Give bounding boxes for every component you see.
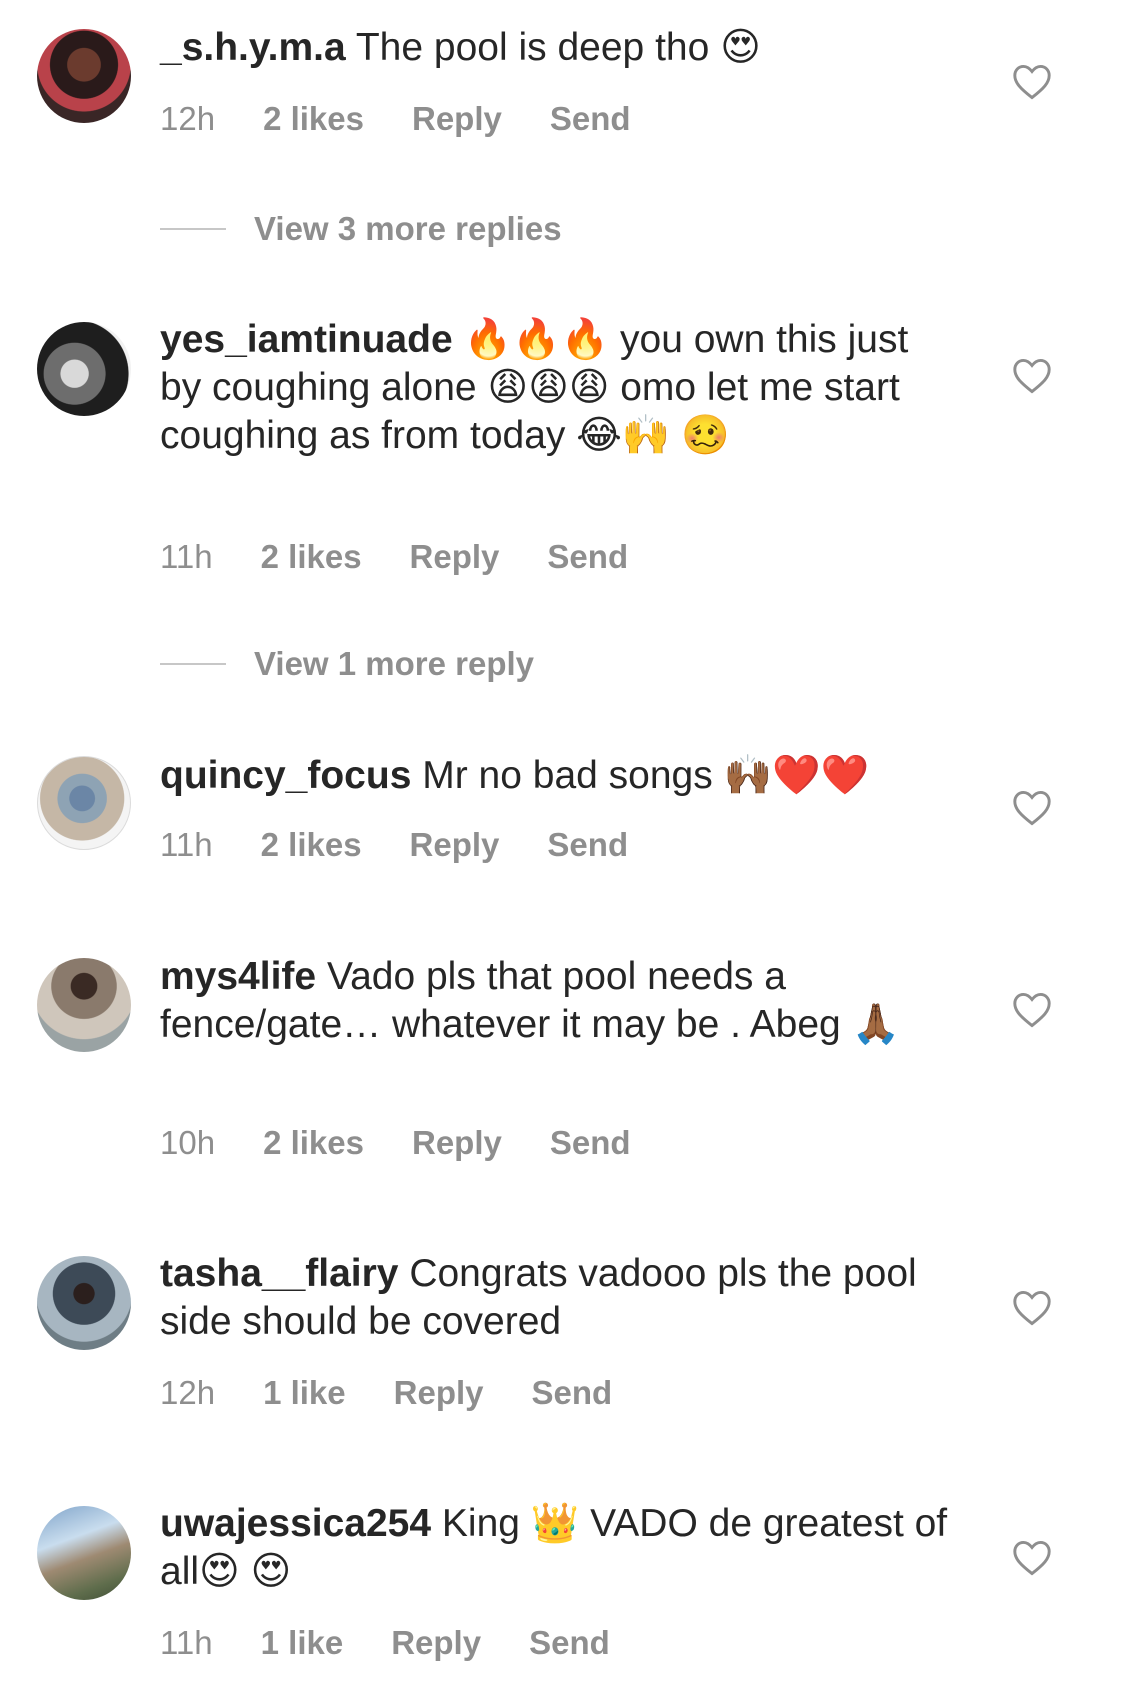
comment-username[interactable]: uwajessica254	[160, 1502, 431, 1545]
comment-username[interactable]: mys4life	[160, 955, 316, 998]
comment-text: yes_iamtinuade 🔥🔥🔥 you own this just by …	[160, 316, 960, 460]
view-replies-button[interactable]: View 3 more replies	[160, 210, 562, 248]
reply-button[interactable]: Reply	[412, 1124, 502, 1162]
avatar[interactable]	[37, 1506, 131, 1600]
comment-likes[interactable]: 1 like	[263, 1374, 346, 1412]
comment-body: tasha__flairy Congrats vadooo pls the po…	[160, 1250, 960, 1346]
comment-body: mys4life Vado pls that pool needs a fenc…	[160, 953, 960, 1049]
avatar[interactable]	[37, 322, 131, 416]
comment-username[interactable]: _s.h.y.m.a	[160, 26, 346, 69]
reply-button[interactable]: Reply	[394, 1374, 484, 1412]
comment-username[interactable]: tasha__flairy	[160, 1252, 398, 1295]
comment-time: 11h	[160, 1624, 213, 1661]
comment-meta: 12h 2 likes Reply Send	[160, 100, 679, 138]
avatar[interactable]	[37, 1256, 131, 1350]
comment-time: 12h	[160, 100, 216, 137]
comment-time: 11h	[160, 826, 213, 863]
comment-meta: 10h 2 likes Reply Send	[160, 1124, 679, 1162]
comment-text: quincy_focus Mr no bad songs 🙌🏾❤️❤️	[160, 752, 960, 800]
send-button[interactable]: Send	[547, 538, 628, 576]
comment-likes[interactable]: 2 likes	[263, 1124, 364, 1162]
send-button[interactable]: Send	[529, 1624, 610, 1662]
view-replies-label: View 1 more reply	[254, 645, 535, 682]
comment-username[interactable]: quincy_focus	[160, 754, 411, 797]
comment-likes[interactable]: 2 likes	[263, 100, 364, 138]
divider	[160, 663, 226, 665]
reply-button[interactable]: Reply	[410, 538, 500, 576]
comment-meta: 11h 2 likes Reply Send	[160, 538, 676, 576]
view-replies-label: View 3 more replies	[254, 210, 562, 247]
comment-likes[interactable]: 1 like	[261, 1624, 344, 1662]
send-button[interactable]: Send	[547, 826, 628, 864]
reply-button[interactable]: Reply	[410, 826, 500, 864]
comment-time: 11h	[160, 538, 213, 575]
heart-outline-icon[interactable]	[1012, 64, 1052, 100]
comment-likes[interactable]: 2 likes	[261, 538, 362, 576]
comment-time: 10h	[160, 1124, 216, 1161]
comment-text: uwajessica254 King 👑 VADO de greatest of…	[160, 1500, 960, 1596]
comment-time: 12h	[160, 1374, 216, 1411]
reply-button[interactable]: Reply	[391, 1624, 481, 1662]
comment-meta: 12h 1 like Reply Send	[160, 1374, 660, 1412]
comment-meta: 11h 1 like Reply Send	[160, 1624, 658, 1662]
heart-outline-icon[interactable]	[1012, 358, 1052, 394]
avatar[interactable]	[37, 756, 131, 850]
heart-outline-icon[interactable]	[1012, 1290, 1052, 1326]
heart-outline-icon[interactable]	[1012, 790, 1052, 826]
comment-body: yes_iamtinuade 🔥🔥🔥 you own this just by …	[160, 316, 960, 460]
heart-outline-icon[interactable]	[1012, 1540, 1052, 1576]
comment-body: _s.h.y.m.a The pool is deep tho 😍	[160, 24, 960, 72]
reply-button[interactable]: Reply	[412, 100, 502, 138]
comment-message: The pool is deep tho 😍	[355, 26, 761, 69]
comment-text: tasha__flairy Congrats vadooo pls the po…	[160, 1250, 960, 1346]
comment-username[interactable]: yes_iamtinuade	[160, 318, 453, 361]
send-button[interactable]: Send	[550, 1124, 631, 1162]
view-replies-button[interactable]: View 1 more reply	[160, 645, 534, 683]
comment-body: quincy_focus Mr no bad songs 🙌🏾❤️❤️	[160, 752, 960, 800]
comment-likes[interactable]: 2 likes	[261, 826, 362, 864]
comment-text: mys4life Vado pls that pool needs a fenc…	[160, 953, 960, 1049]
avatar[interactable]	[37, 29, 131, 123]
comment-meta: 11h 2 likes Reply Send	[160, 826, 676, 864]
comment-message: Mr no bad songs 🙌🏾❤️❤️	[422, 754, 870, 797]
avatar[interactable]	[37, 958, 131, 1052]
comment-text: _s.h.y.m.a The pool is deep tho 😍	[160, 24, 960, 72]
heart-outline-icon[interactable]	[1012, 992, 1052, 1028]
divider	[160, 228, 226, 230]
comment-body: uwajessica254 King 👑 VADO de greatest of…	[160, 1500, 960, 1596]
send-button[interactable]: Send	[532, 1374, 613, 1412]
send-button[interactable]: Send	[550, 100, 631, 138]
